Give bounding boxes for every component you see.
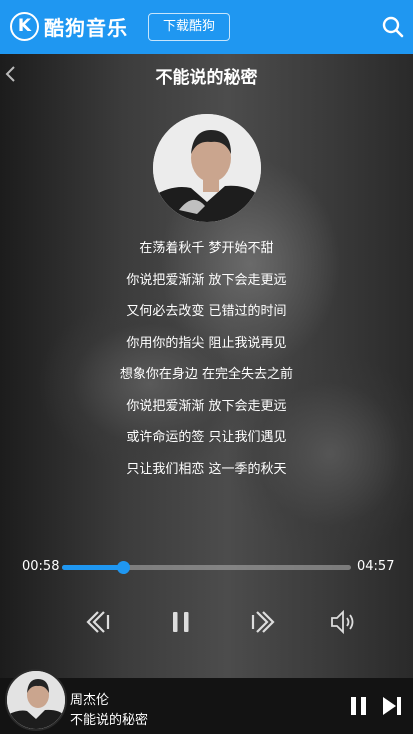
kugou-logo-icon: K [10, 12, 39, 41]
mini-pause-icon[interactable] [347, 694, 371, 718]
next-icon[interactable] [247, 607, 277, 637]
mini-artist-name: 周杰伦 [70, 693, 110, 708]
mini-album-cover[interactable] [5, 669, 67, 731]
current-time: 00:58 [22, 559, 60, 574]
progress-knob[interactable] [116, 561, 130, 574]
pause-icon[interactable] [166, 607, 196, 637]
lyric-line: 在荡着秋千 梦开始不甜 [139, 241, 274, 256]
total-time: 04:57 [357, 559, 395, 574]
lyric-line: 或许命运的签 只让我们遇见 [126, 430, 287, 445]
logo-text: 酷狗音乐 [44, 16, 128, 40]
song-title: 不能说的秘密 [155, 68, 258, 88]
volume-icon[interactable] [328, 607, 358, 637]
lyric-line: 又何必去改变 已错过的时间 [126, 304, 287, 319]
progress-bar[interactable]: 00:58 04:57 [0, 556, 413, 576]
search-icon[interactable] [382, 16, 404, 38]
lyric-line: 你说把爱渐渐 放下会走更远 [126, 272, 287, 288]
mini-player[interactable]: 周杰伦 不能说的秘密 [0, 669, 413, 734]
download-app-button[interactable]: 下载酷狗 [148, 13, 230, 41]
kugou-logo[interactable]: K 酷狗音乐 [10, 12, 128, 41]
progress-track[interactable] [62, 561, 351, 574]
mini-song-title: 不能说的秘密 [70, 713, 149, 728]
progress-fill [62, 565, 123, 570]
previous-icon[interactable] [84, 607, 114, 637]
lyric-line: 只让我们相恋 这一季的秋天 [126, 461, 287, 477]
album-cover [153, 114, 261, 222]
top-bar: K 酷狗音乐 下载酷狗 [0, 0, 413, 54]
lyric-line: 想象你在身边 在完全失去之前 [119, 367, 294, 382]
lyric-line: 你说把爱渐渐 放下会走更远 [126, 398, 287, 414]
mini-next-icon[interactable] [380, 694, 404, 718]
lyrics-panel: 在荡着秋千 梦开始不甜 你说把爱渐渐 放下会走更远 又何必去改变 已错过的时间 … [0, 239, 413, 491]
player-panel: 不能说的秘密 在荡着秋千 梦开始不甜 你说把爱渐渐 放下会走更远 又何必去改变 … [0, 54, 413, 678]
lyric-line: 你用你的指尖 阻止我说再见 [126, 335, 287, 351]
